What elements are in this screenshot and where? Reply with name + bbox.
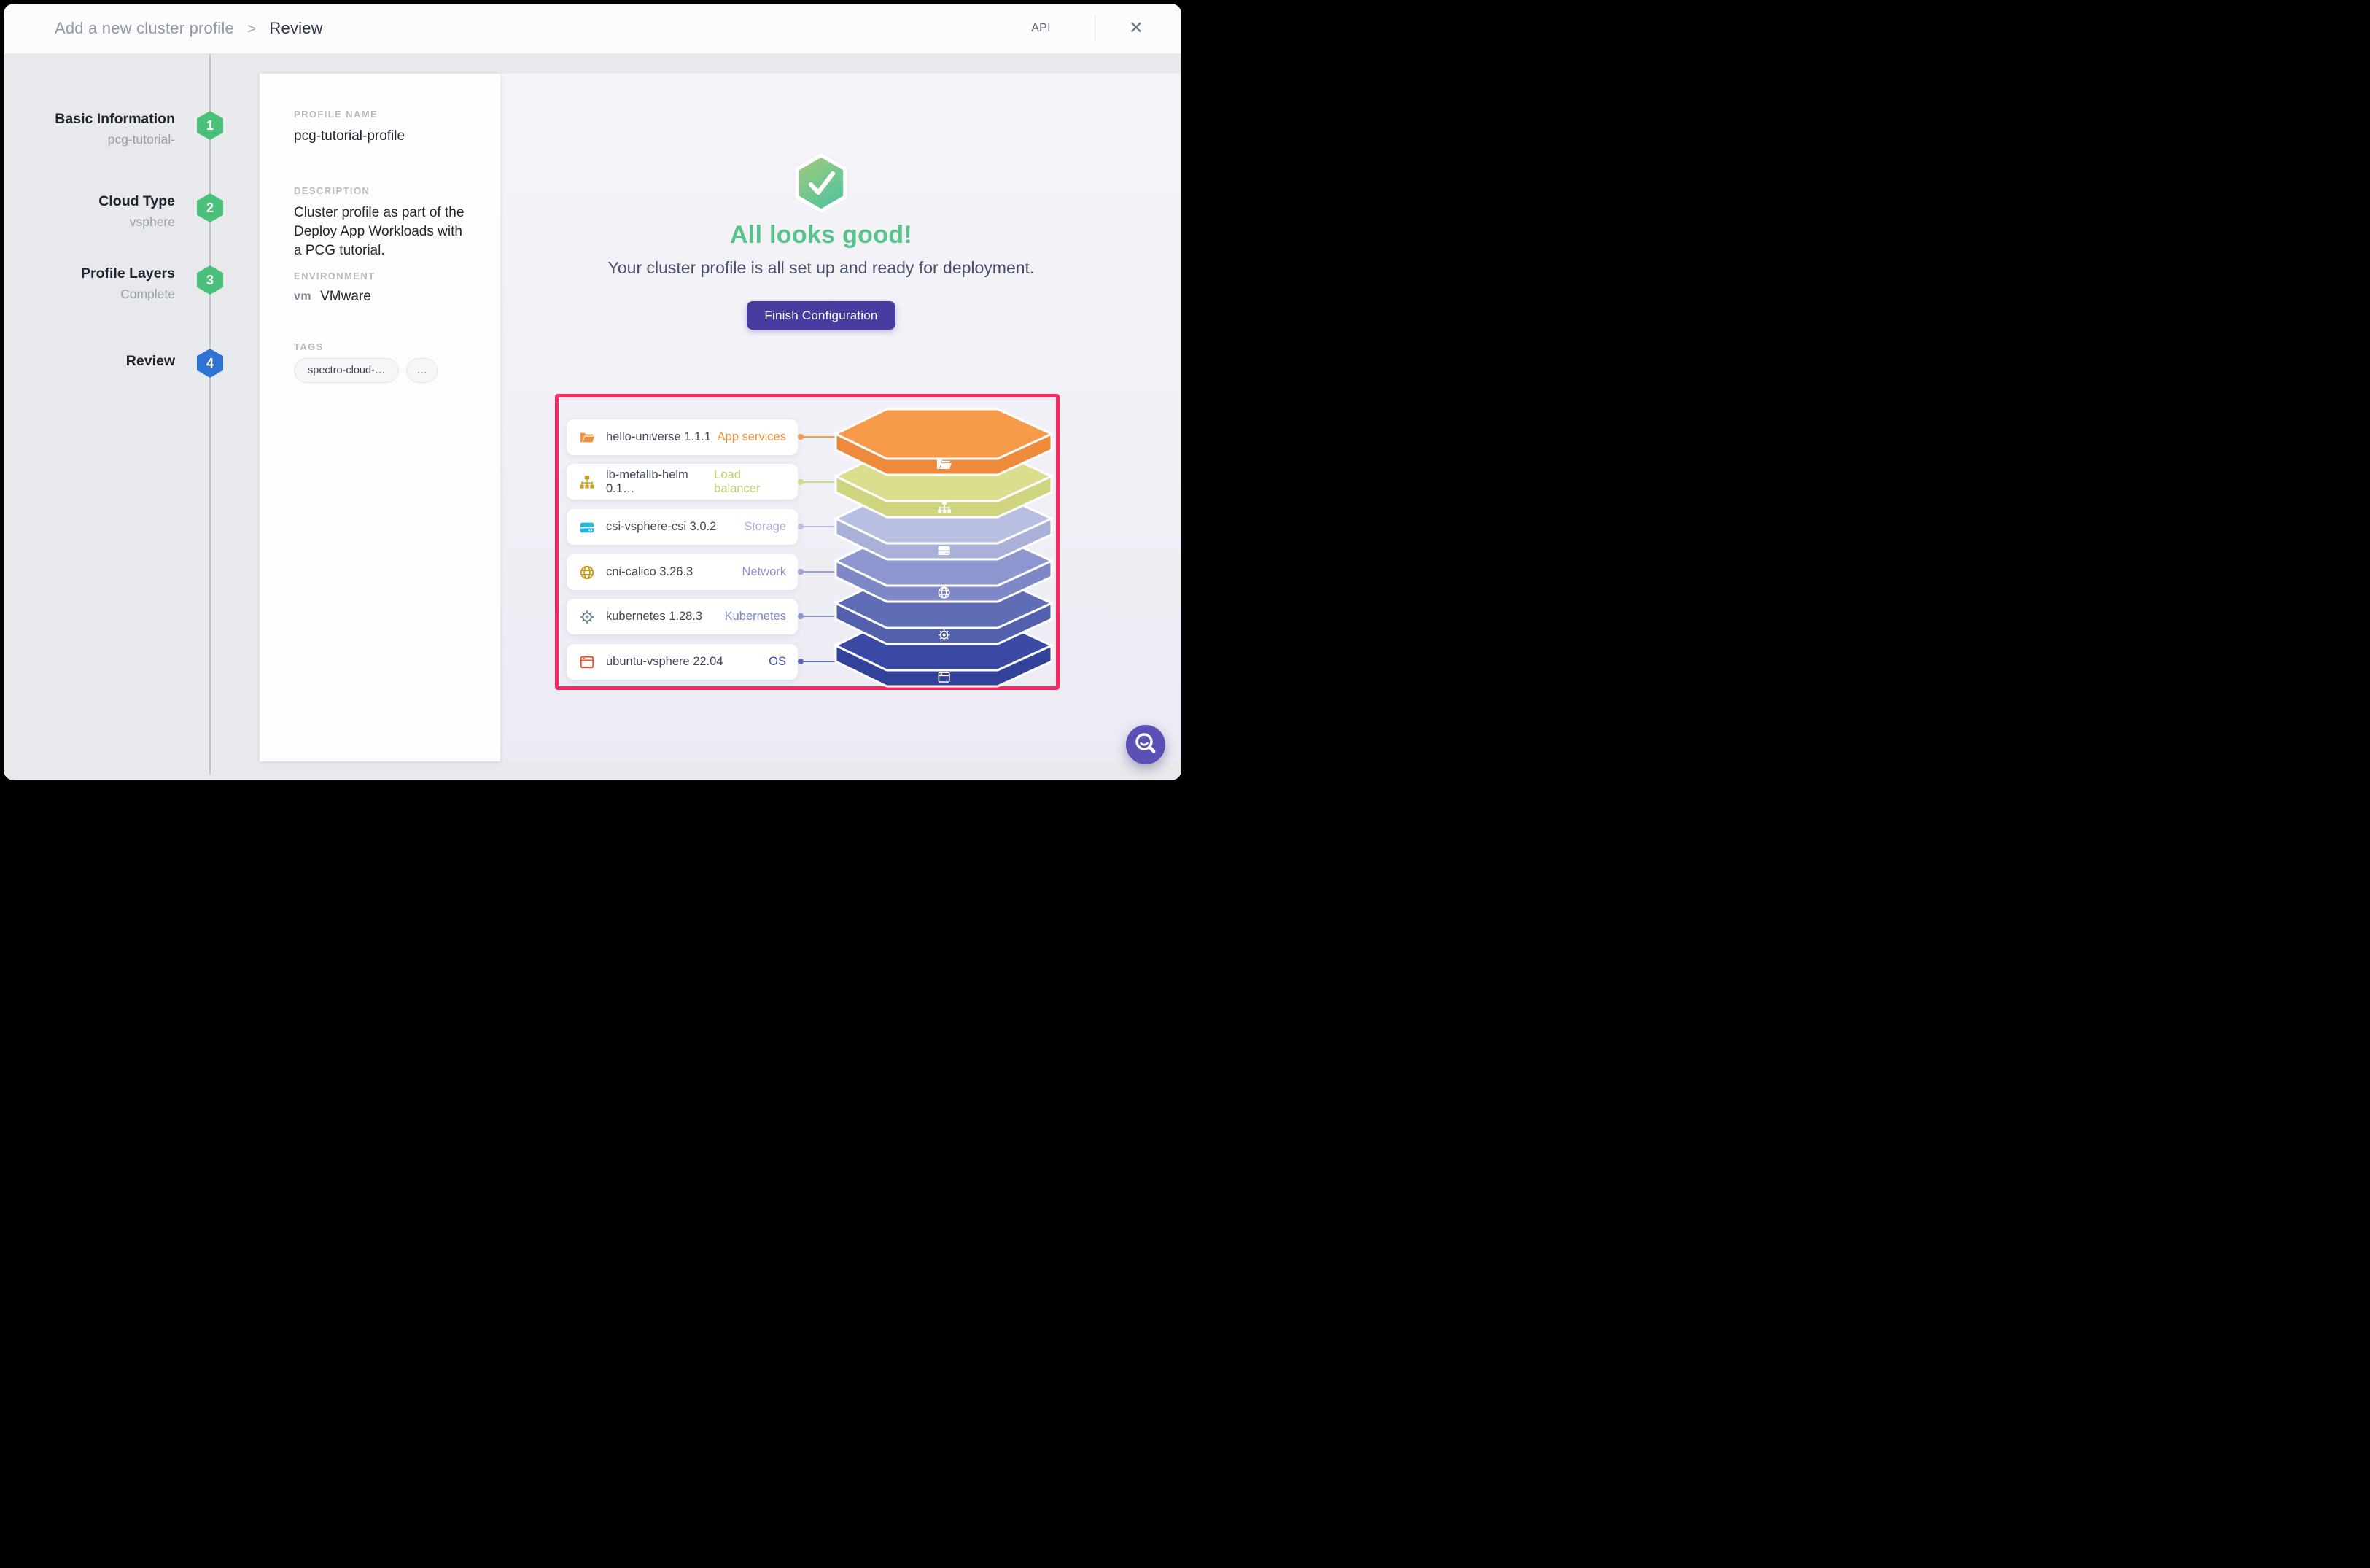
globe-icon xyxy=(579,564,595,581)
breadcrumb-current: Review xyxy=(269,19,322,37)
layer-stack-3d xyxy=(830,405,1060,689)
environment-value: VMware xyxy=(320,289,371,305)
layer-type: Storage xyxy=(744,520,786,534)
tag-pill[interactable]: spectro-cloud-… xyxy=(294,358,399,383)
layer-type: OS xyxy=(769,655,786,669)
layer-type: Load balancer xyxy=(714,468,786,496)
layer-card-app-services[interactable]: hello-universe 1.1.1 App services xyxy=(567,419,798,455)
step-connector-line xyxy=(209,54,211,775)
search-icon xyxy=(1126,725,1165,764)
layer-card-load-balancer[interactable]: lb-metallb-helm 0.1… Load balancer xyxy=(567,464,798,500)
layer-card-kubernetes[interactable]: kubernetes 1.28.3 Kubernetes xyxy=(567,599,798,634)
os-window-icon xyxy=(579,654,595,670)
breadcrumb-separator: > xyxy=(247,21,256,37)
layer-name: hello-universe 1.1.1 xyxy=(606,430,711,444)
search-fab-button[interactable] xyxy=(1126,725,1165,764)
layer-name: cni-calico 3.26.3 xyxy=(606,565,693,579)
success-message: Your cluster profile is all set up and r… xyxy=(608,258,1035,278)
check-hexagon-icon xyxy=(792,151,850,215)
layer-name: lb-metallb-helm 0.1… xyxy=(606,468,714,496)
layer-type: Network xyxy=(742,565,786,579)
hard-drive-icon xyxy=(579,519,595,535)
step-subtitle: vsphere xyxy=(15,214,175,230)
finish-configuration-button[interactable]: Finish Configuration xyxy=(747,301,895,330)
step-title: Basic Information xyxy=(15,111,175,128)
breadcrumb: Add a new cluster profile > Review xyxy=(55,19,323,38)
step-badge-1: 1 xyxy=(197,111,223,140)
step-title: Review xyxy=(15,353,175,370)
kubernetes-wheel-icon xyxy=(579,609,595,625)
palette-app-window: Add a new cluster profile > Review API ✕… xyxy=(4,4,1181,780)
step-badge-2: 2 xyxy=(197,193,223,222)
header: Add a new cluster profile > Review API ✕ xyxy=(4,4,1181,54)
step-subtitle: pcg-tutorial- xyxy=(15,132,175,147)
header-actions: API ✕ xyxy=(1031,15,1181,42)
success-title: All looks good! xyxy=(730,221,912,249)
stack-layer-app-services xyxy=(836,409,1052,475)
environment-label: ENVIRONMENT xyxy=(294,271,483,282)
layer-name: csi-vsphere-csi 3.0.2 xyxy=(606,520,716,534)
success-hero: All looks good! Your cluster profile is … xyxy=(500,74,1142,330)
step-badge-3: 3 xyxy=(197,265,223,295)
layer-name: ubuntu-vsphere 22.04 xyxy=(606,655,723,669)
content-area: Basic Information pcg-tutorial- 1 Cloud … xyxy=(4,54,1181,780)
vmware-logo-icon: vm xyxy=(294,290,311,303)
step-title: Cloud Type xyxy=(15,193,175,210)
close-icon[interactable]: ✕ xyxy=(1126,17,1146,40)
layer-card-os[interactable]: ubuntu-vsphere 22.04 OS xyxy=(567,644,798,680)
layer-type: App services xyxy=(718,430,786,444)
profile-name-label: PROFILE NAME xyxy=(294,109,483,120)
layer-card-network[interactable]: cni-calico 3.26.3 Network xyxy=(567,554,798,590)
step-badge-4: 4 xyxy=(197,349,223,378)
layer-type: Kubernetes xyxy=(725,610,786,624)
profile-layers-diagram: hello-universe 1.1.1 App services lb-met… xyxy=(555,394,1060,690)
step-title: Profile Layers xyxy=(15,265,175,282)
layer-name: kubernetes 1.28.3 xyxy=(606,610,702,624)
profile-summary-panel: PROFILE NAME pcg-tutorial-profile DESCRI… xyxy=(260,74,500,761)
step-subtitle: Complete xyxy=(15,287,175,302)
tag-overflow-pill[interactable]: … xyxy=(406,358,438,383)
description-label: DESCRIPTION xyxy=(294,185,483,196)
api-button[interactable]: API xyxy=(1031,22,1051,35)
sitemap-icon xyxy=(579,474,595,490)
folder-open-icon xyxy=(579,430,595,446)
breadcrumb-parent: Add a new cluster profile xyxy=(55,19,234,37)
review-main-area: All looks good! Your cluster profile is … xyxy=(500,74,1181,761)
description-value: Cluster profile as part of the Deploy Ap… xyxy=(294,203,470,260)
tags-label: TAGS xyxy=(294,341,483,352)
layer-card-storage[interactable]: csi-vsphere-csi 3.0.2 Storage xyxy=(567,509,798,545)
profile-name-value: pcg-tutorial-profile xyxy=(294,127,483,146)
wizard-sidebar: Basic Information pcg-tutorial- 1 Cloud … xyxy=(4,54,260,780)
